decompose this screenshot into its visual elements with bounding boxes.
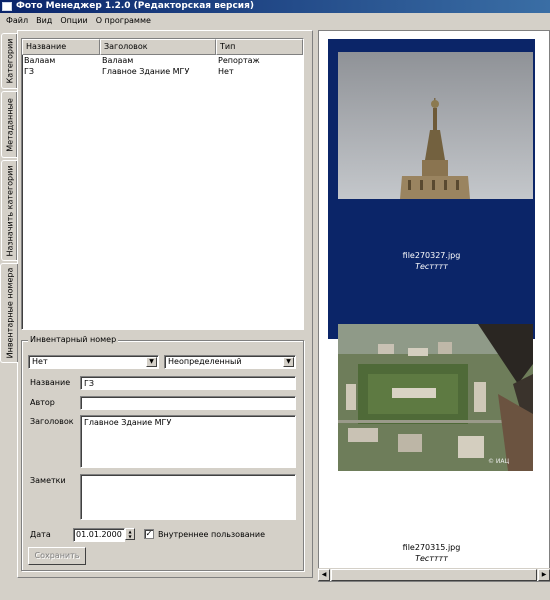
menu-file[interactable]: Файл bbox=[2, 14, 32, 28]
column-header-heading[interactable]: Заголовок bbox=[100, 39, 216, 55]
column-header-type[interactable]: Тип bbox=[216, 39, 303, 55]
scroll-left-icon[interactable]: ◀ bbox=[318, 569, 330, 581]
chevron-down-icon[interactable]: ▼ bbox=[146, 357, 157, 367]
thumbnail-card[interactable]: file270327.jpg Тестттт bbox=[328, 39, 535, 339]
notes-field[interactable] bbox=[80, 474, 296, 520]
tab-categories[interactable]: Категории bbox=[1, 33, 17, 89]
internal-use-label: Внутреннее пользование bbox=[158, 530, 266, 539]
status-select[interactable]: Неопределенный ▼ bbox=[164, 355, 296, 369]
column-header-name[interactable]: Название bbox=[22, 39, 100, 55]
menu-about[interactable]: О программе bbox=[92, 14, 155, 28]
list-header: Название Заголовок Тип bbox=[22, 39, 303, 55]
group-title: Инвентарный номер bbox=[28, 335, 119, 344]
cell-type: Нет bbox=[218, 67, 234, 76]
menu-bar: Файл Вид Опции О программе bbox=[0, 14, 550, 28]
author-label: Автор bbox=[30, 398, 55, 407]
cell-name: Валаам bbox=[24, 56, 56, 65]
notes-label: Заметки bbox=[30, 476, 66, 485]
vertical-tab-strip: Категории Метаданные Назначить категории… bbox=[0, 30, 18, 576]
title-bar: Фото Менеджер 1.2.0 (Редакторская версия… bbox=[0, 0, 550, 13]
heading-label: Заголовок bbox=[30, 417, 74, 426]
date-label: Дата bbox=[30, 530, 51, 539]
date-spinner[interactable]: ▲ ▼ bbox=[125, 528, 135, 540]
photo-filename: file270315.jpg bbox=[402, 543, 461, 552]
spin-down-icon[interactable]: ▼ bbox=[126, 534, 134, 539]
type-select-value: Нет bbox=[32, 357, 48, 366]
photo-thumbnail[interactable]: © ИАЦ bbox=[338, 324, 533, 471]
heading-field[interactable]: Главное Здание МГУ bbox=[80, 415, 296, 468]
thumbnail-panel[interactable]: file270327.jpg Тестттт © ИАЦ file270315.… bbox=[318, 30, 550, 582]
author-field[interactable] bbox=[80, 396, 296, 410]
save-button[interactable]: Сохранить bbox=[28, 547, 86, 565]
photo-thumbnail[interactable] bbox=[338, 52, 533, 199]
tab-metadata[interactable]: Метаданные bbox=[1, 91, 17, 158]
photo-caption: Тестттт bbox=[415, 262, 448, 271]
tab-assign-categories[interactable]: Назначить категории bbox=[1, 160, 17, 261]
window-title: Фото Менеджер 1.2.0 (Редакторская версия… bbox=[16, 1, 254, 11]
photo-filename: file270327.jpg bbox=[402, 251, 461, 260]
table-row[interactable]: Валаам Валаам Репортаж bbox=[22, 55, 303, 66]
photo-caption: Тестттт bbox=[415, 554, 448, 563]
table-row[interactable]: ГЗ Главное Здание МГУ Нет bbox=[22, 66, 303, 77]
chevron-down-icon[interactable]: ▼ bbox=[283, 357, 294, 367]
scrollbar-thumb[interactable] bbox=[331, 569, 537, 581]
app-icon bbox=[2, 2, 12, 11]
cell-heading: Валаам bbox=[102, 56, 134, 65]
menu-options[interactable]: Опции bbox=[56, 14, 91, 28]
inventory-list[interactable]: Название Заголовок Тип Валаам Валаам Реп… bbox=[21, 38, 304, 330]
cell-heading: Главное Здание МГУ bbox=[102, 67, 190, 76]
cell-name: ГЗ bbox=[24, 67, 35, 76]
photo-aerial-image bbox=[338, 324, 533, 471]
scroll-right-icon[interactable]: ▶ bbox=[538, 569, 550, 581]
photo-watermark: © ИАЦ bbox=[488, 458, 510, 465]
thumbnail-card[interactable]: © ИАЦ file270315.jpg Тестттт bbox=[328, 321, 535, 566]
tab-inventory-numbers[interactable]: Инвентарные номера bbox=[0, 263, 18, 363]
horizontal-scrollbar[interactable]: ◀ ▶ bbox=[318, 568, 550, 581]
status-select-value: Неопределенный bbox=[168, 357, 242, 366]
menu-view[interactable]: Вид bbox=[32, 14, 56, 28]
name-field[interactable]: ГЗ bbox=[80, 376, 296, 390]
name-label: Название bbox=[30, 378, 71, 387]
date-field[interactable]: 01.01.2000 bbox=[73, 528, 125, 542]
internal-use-checkbox[interactable]: ✓ bbox=[144, 529, 154, 539]
cell-type: Репортаж bbox=[218, 56, 260, 65]
type-select[interactable]: Нет ▼ bbox=[28, 355, 159, 369]
photo-spire-image bbox=[338, 52, 533, 199]
